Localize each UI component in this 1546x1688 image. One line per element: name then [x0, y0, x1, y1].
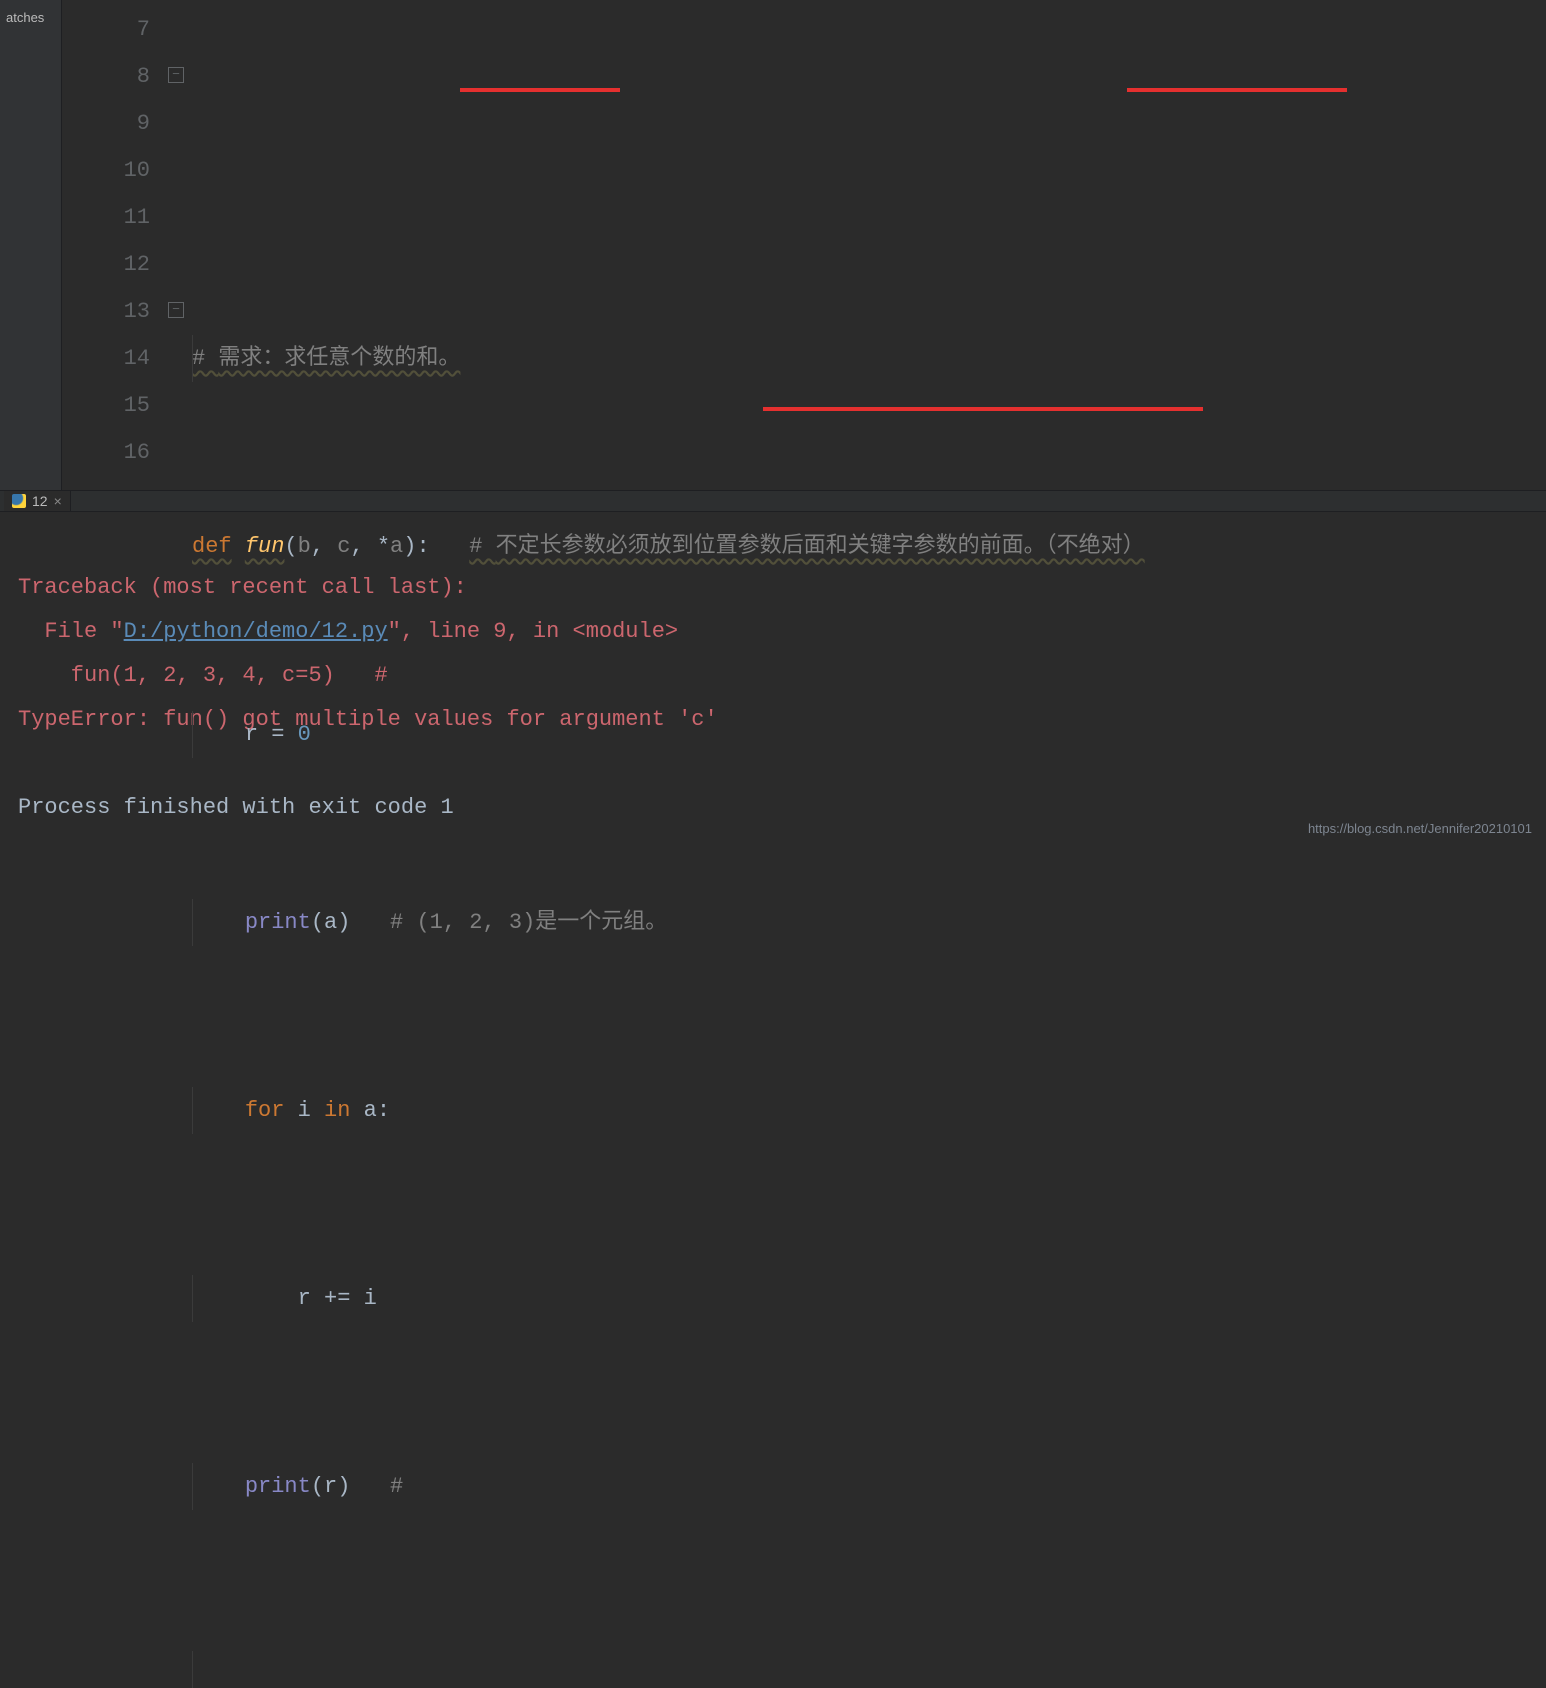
code-line: # 需求：求任意个数的和。	[192, 335, 1546, 382]
error-underline	[460, 88, 620, 92]
code-line: r = 0	[192, 711, 1546, 758]
code-line: print(a) # (1, 2, 3)是一个元组。	[192, 899, 1546, 946]
fold-icon[interactable]: −	[168, 67, 184, 83]
sidebar-panel: atches	[0, 0, 62, 490]
close-icon[interactable]: ×	[54, 493, 62, 509]
error-underline	[763, 407, 1203, 411]
fold-icon[interactable]: −	[168, 302, 184, 318]
code-content[interactable]: # 需求：求任意个数的和。 def fun(b, c, *a): # 不定长参数…	[192, 0, 1546, 490]
code-line: print(r) #	[192, 1463, 1546, 1510]
run-tab[interactable]: 12 ×	[4, 491, 71, 511]
run-tab-label: 12	[32, 493, 48, 509]
code-line	[192, 1651, 1546, 1688]
watermark-text: https://blog.csdn.net/Jennifer20210101	[1308, 821, 1532, 836]
sidebar-label-watches[interactable]: atches	[0, 10, 61, 25]
code-line: def fun(b, c, *a): # 不定长参数必须放到位置参数后面和关键字…	[192, 523, 1546, 570]
python-icon	[12, 494, 26, 508]
code-line: for i in a:	[192, 1087, 1546, 1134]
code-editor[interactable]: 7 8− 9 10 11 12 13− 14 15 16 # 需求：求任意个数的…	[62, 0, 1546, 490]
error-underline	[1127, 88, 1347, 92]
code-line: r += i	[192, 1275, 1546, 1322]
line-number-gutter: 7 8− 9 10 11 12 13− 14 15 16	[62, 0, 192, 490]
